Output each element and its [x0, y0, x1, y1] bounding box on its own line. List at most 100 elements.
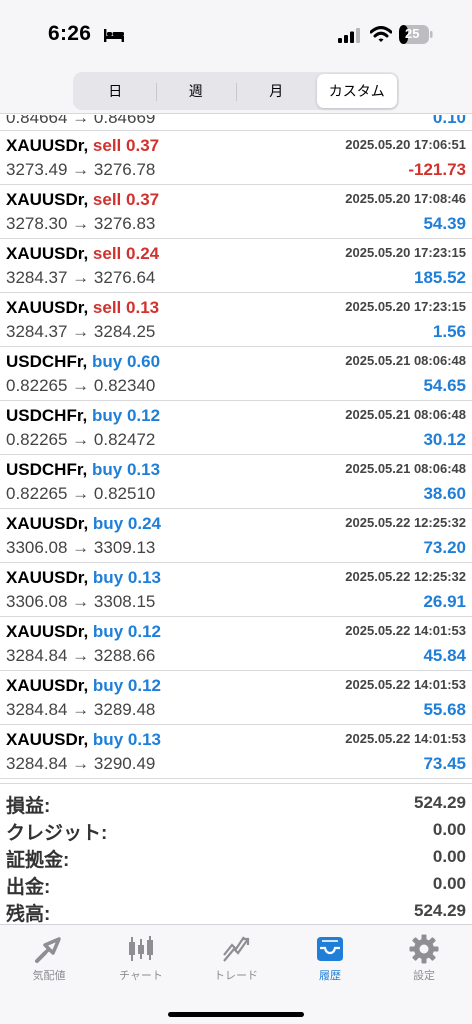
trade-lots: 0.24	[126, 244, 160, 263]
trade-row[interactable]: XAUUSDr, buy 0.24 2025.05.22 12:25:32 3306…	[0, 509, 472, 563]
trade-side: sell	[92, 244, 122, 263]
open-price: 3306.08	[6, 538, 68, 557]
partial-trade-row[interactable]: 0.84664 → 0.84669 0.10	[0, 115, 472, 131]
trade-row[interactable]: XAUUSDr, buy 0.12 2025.05.22 14:01:53 3284…	[0, 671, 472, 725]
arrow-icon: →	[67, 646, 94, 665]
account-summary: 損益: 524.29 クレジット: 0.00 証拠金: 0.00 出金: 0.0…	[0, 783, 472, 925]
trade-prices: 0.82265 → 0.82472	[6, 430, 155, 450]
trade-symbol-line: XAUUSDr, buy 0.13	[6, 730, 161, 750]
history-icon	[317, 937, 343, 961]
tab-trade[interactable]: トレード	[189, 925, 283, 991]
trade-side: buy	[92, 730, 124, 749]
trade-prices: 3273.49 → 3276.78	[6, 160, 155, 180]
summary-value: 0.00	[432, 847, 466, 866]
trade-prices: 0.82265 → 0.82510	[6, 484, 155, 504]
trade-lots: 0.24	[127, 514, 161, 533]
tab-history[interactable]: 履歴	[283, 925, 377, 991]
close-price: 3308.15	[93, 592, 156, 611]
segment-custom[interactable]: カスタム	[316, 74, 397, 108]
open-price: 3284.37	[6, 268, 68, 287]
segment-month[interactable]: 月	[236, 74, 317, 108]
arrow-icon: →	[67, 160, 94, 179]
trade-symbol-line: XAUUSDr, sell 0.24	[6, 244, 159, 264]
trade-lots: 0.12	[127, 676, 161, 695]
open-price: 3284.84	[6, 754, 68, 773]
trade-lots: 0.13	[127, 730, 161, 749]
trade-time: 2025.05.22 12:25:32	[345, 515, 466, 530]
trade-time: 2025.05.20 17:08:46	[345, 191, 466, 206]
trade-prices: 3306.08 → 3308.15	[6, 592, 155, 612]
trade-lots: 0.37	[126, 190, 160, 209]
trade-symbol-line: XAUUSDr, buy 0.12	[6, 676, 161, 696]
trade-row[interactable]: XAUUSDr, sell 0.37 2025.05.20 17:08:46 327…	[0, 185, 472, 239]
close-price: 3290.49	[93, 754, 156, 773]
trade-symbol: XAUUSDr,	[6, 622, 89, 641]
trade-history-list[interactable]: 0.84664 → 0.84669 0.10 XAUUSDr, sell 0.3…	[0, 115, 472, 780]
trade-row[interactable]: XAUUSDr, buy 0.13 2025.05.22 14:01:53 3284…	[0, 725, 472, 779]
battery-level: 25	[405, 26, 420, 41]
trade-symbol-line: USDCHFr, buy 0.12	[6, 406, 160, 426]
trade-symbol-line: XAUUSDr, buy 0.13	[6, 568, 161, 588]
segment-week[interactable]: 週	[155, 74, 237, 108]
trade-row[interactable]: USDCHFr, buy 0.60 2025.05.21 08:06:48 0.82…	[0, 347, 472, 401]
trade-symbol: XAUUSDr,	[6, 568, 89, 587]
trade-row[interactable]: USDCHFr, buy 0.13 2025.05.21 08:06:48 0.82…	[0, 455, 472, 509]
trade-lots: 0.37	[126, 136, 160, 155]
trade-row[interactable]: XAUUSDr, sell 0.13 2025.05.20 17:23:15 328…	[0, 293, 472, 347]
trade-lots: 0.12	[126, 406, 161, 425]
summary-margin: 証拠金: 0.00	[0, 842, 472, 871]
sleep-focus-icon	[104, 29, 124, 42]
trade-side: buy	[92, 514, 124, 533]
trade-row[interactable]: USDCHFr, buy 0.12 2025.05.21 08:06:48 0.82…	[0, 401, 472, 455]
trade-profit: 1.56	[432, 322, 466, 341]
open-price: 0.82265	[6, 430, 68, 449]
tab-label: 気配値	[32, 970, 66, 982]
period-segmented-control: 日 週 月 カスタム	[73, 72, 399, 110]
summary-label: 損益:	[6, 796, 51, 817]
trade-profit: 45.84	[423, 646, 466, 665]
trade-row[interactable]: XAUUSDr, buy 0.12 2025.05.22 14:01:53 3284…	[0, 617, 472, 671]
bottom-tab-bar: 気配値 チャート トレード 履歴 設定	[0, 924, 472, 1024]
trade-prices: 3284.84 → 3290.49	[6, 754, 155, 774]
tab-settings[interactable]: 設定	[377, 925, 471, 991]
summary-profit: 損益: 524.29	[0, 788, 472, 817]
summary-label: クレジット:	[6, 823, 108, 844]
trade-symbol: USDCHFr,	[6, 460, 88, 479]
trade-profit: 38.60	[423, 484, 466, 503]
segment-day[interactable]: 日	[75, 74, 156, 108]
trade-lots: 0.60	[126, 352, 161, 371]
trade-row[interactable]: XAUUSDr, sell 0.24 2025.05.20 17:23:15 328…	[0, 239, 472, 293]
tab-label: トレード	[214, 970, 258, 982]
trade-side: sell	[92, 190, 122, 209]
open-price: 3306.08	[6, 592, 68, 611]
trade-symbol: USDCHFr,	[6, 406, 88, 425]
open-price: 0.82265	[6, 376, 68, 395]
trade-profit: 185.52	[414, 268, 466, 287]
close-price: 3288.66	[93, 646, 156, 665]
trade-symbol-line: XAUUSDr, sell 0.37	[6, 190, 159, 210]
status-time: 6:26	[48, 22, 92, 45]
trade-row[interactable]: XAUUSDr, sell 0.37 2025.05.20 17:06:51 327…	[0, 131, 472, 185]
trade-prices: 3284.37 → 3284.25	[6, 322, 155, 342]
close-price: 3284.25	[93, 322, 156, 341]
status-bar: 6:26 25	[0, 0, 472, 66]
trade-profit: 54.39	[423, 214, 466, 233]
trade-side: buy	[92, 676, 124, 695]
wifi-icon	[370, 26, 392, 42]
trade-profit: 0.10	[432, 115, 466, 127]
trade-row[interactable]: XAUUSDr, buy 0.13 2025.05.22 12:25:32 3306…	[0, 563, 472, 617]
tab-chart[interactable]: チャート	[94, 925, 188, 991]
open-price: 3284.37	[6, 322, 68, 341]
summary-value: 524.29	[414, 901, 466, 920]
trade-icon	[223, 936, 250, 962]
trade-profit: -121.73	[408, 160, 466, 179]
open-price: 3278.30	[6, 214, 68, 233]
summary-balance: 残高: 524.29	[0, 896, 472, 925]
open-price: 3273.49	[6, 160, 68, 179]
trade-lots: 0.13	[126, 460, 161, 479]
close-price: 3276.78	[93, 160, 156, 179]
trade-time: 2025.05.20 17:23:15	[345, 245, 466, 260]
tab-quotes[interactable]: 気配値	[2, 925, 96, 991]
trade-time: 2025.05.20 17:06:51	[345, 137, 466, 152]
arrow-icon: →	[67, 538, 94, 557]
